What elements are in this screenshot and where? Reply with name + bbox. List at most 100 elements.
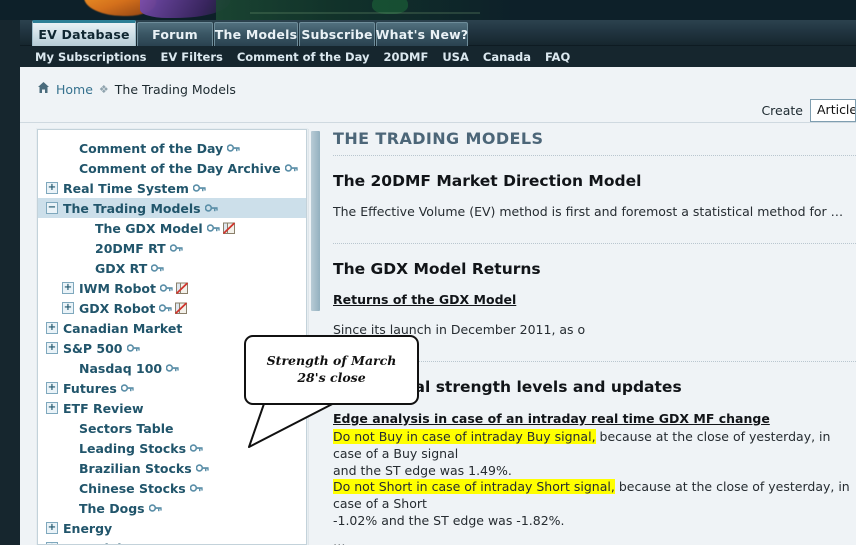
highlight-do-not-buy: Do not Buy in case of intraday Buy signa… bbox=[333, 428, 596, 444]
expand-icon[interactable]: + bbox=[46, 182, 58, 194]
primary-tab-bar: EV Database Forum The Models Subscribe What'… bbox=[20, 20, 856, 46]
sidebar-item-comment-of-the-day[interactable]: Comment of the Day bbox=[38, 138, 306, 158]
expand-icon[interactable]: + bbox=[46, 342, 58, 354]
breadcrumb-current: The Trading Models bbox=[114, 81, 236, 97]
sidebar-item-label: Brazilian Stocks bbox=[79, 460, 192, 476]
content-ellipsis: … bbox=[333, 534, 346, 545]
subnav-item-20dmf[interactable]: 20DMF bbox=[383, 50, 428, 64]
title-divider bbox=[333, 155, 856, 156]
sidebar-item-label: Sectors Table bbox=[79, 420, 174, 436]
expand-icon[interactable]: + bbox=[62, 282, 74, 294]
subnav-item-comment-of-the-day[interactable]: Comment of the Day bbox=[237, 50, 370, 64]
sidebar-item-leading-stocks[interactable]: Leading Stocks bbox=[38, 438, 306, 458]
tab-what-s-new[interactable]: What's New? bbox=[376, 22, 468, 46]
subheading-edge-analysis: Edge analysis in case of an intraday rea… bbox=[333, 410, 770, 426]
key-icon bbox=[169, 243, 185, 253]
sidebar-item-label: The Dogs bbox=[79, 500, 145, 516]
key-icon bbox=[159, 303, 174, 313]
sidebar-item-label: Comment of the Day bbox=[79, 140, 224, 156]
key-icon bbox=[166, 363, 181, 373]
line2: and the ST edge was 1.49%. bbox=[333, 462, 512, 478]
no-note-icon bbox=[222, 221, 236, 235]
create-type-select[interactable]: Article bbox=[810, 99, 856, 122]
sidebar-item-brazilian-stocks[interactable]: Brazilian Stocks bbox=[38, 458, 306, 478]
sidebar-item-20dmf-rt[interactable]: 20DMF RT bbox=[38, 238, 306, 258]
key-icon bbox=[148, 503, 164, 513]
tab-subscribe[interactable]: Subscribe bbox=[299, 22, 375, 46]
key-icon bbox=[192, 183, 208, 193]
subnav-item-ev-filters[interactable]: EV Filters bbox=[161, 50, 223, 64]
key-icon bbox=[195, 463, 211, 473]
breadcrumb-home-link[interactable]: Home bbox=[56, 82, 93, 97]
expand-icon[interactable]: + bbox=[46, 382, 58, 394]
subnav-item-usa[interactable]: USA bbox=[442, 50, 469, 64]
sidebar-item-label: Leading Stocks bbox=[79, 440, 187, 456]
sidebar-item-gdx-rt[interactable]: GDX RT bbox=[38, 258, 306, 278]
subnav-item-faq[interactable]: FAQ bbox=[545, 50, 570, 64]
sidebar-item-label: The Trading Models bbox=[63, 200, 201, 216]
sidebar-item-label: Nasdaq 100 bbox=[79, 360, 163, 376]
sidebar-item-label: The GDX Model bbox=[95, 220, 203, 236]
key-icon bbox=[204, 203, 220, 213]
sidebar-scrollbar-thumb[interactable] bbox=[311, 131, 320, 311]
section-heading-signal-strength: GDX Signal strength levels and updates bbox=[333, 377, 682, 396]
section-divider-1 bbox=[333, 242, 856, 244]
key-icon bbox=[189, 483, 205, 493]
tab-forum[interactable]: Forum bbox=[137, 22, 213, 46]
expand-icon[interactable]: + bbox=[46, 522, 58, 534]
banner-art-line bbox=[250, 12, 480, 14]
sidebar-item-label: IWM Robot bbox=[79, 280, 156, 296]
sidebar-item-canadian-market[interactable]: + Canadian Market bbox=[38, 318, 306, 338]
sidebar-item-materials[interactable]: +Materials bbox=[38, 538, 306, 545]
subnav-item-my-subscriptions[interactable]: My Subscriptions bbox=[35, 50, 147, 64]
sidebar-item-comment-of-the-day-archive[interactable]: Comment of the Day Archive bbox=[38, 158, 306, 178]
tab-ev-database[interactable]: EV Database bbox=[32, 20, 136, 46]
key-icon bbox=[284, 163, 300, 173]
sidebar-item-the-dogs[interactable]: The Dogs bbox=[38, 498, 306, 518]
sidebar-item-label: Comment of the Day Archive bbox=[79, 160, 281, 176]
site-banner bbox=[0, 0, 856, 20]
sidebar-item-the-trading-models[interactable]: − The Trading Models bbox=[38, 198, 306, 218]
sidebar-item-gdx-robot[interactable]: + GDX Robot bbox=[38, 298, 306, 318]
subnav-item-canada[interactable]: Canada bbox=[483, 50, 531, 64]
sidebar-item-label: Materials bbox=[63, 541, 129, 545]
sidebar-item-energy[interactable]: + Energy bbox=[38, 518, 306, 538]
sidebar-item-label: S&P 500 bbox=[63, 340, 123, 356]
sidebar-item-futures[interactable]: + Futures bbox=[38, 378, 306, 398]
link-returns-of-gdx-model[interactable]: Returns of the GDX Model bbox=[333, 292, 516, 307]
expand-icon[interactable]: + bbox=[46, 322, 58, 334]
sidebar-scrollbar[interactable] bbox=[308, 129, 322, 545]
collapse-icon[interactable]: − bbox=[46, 202, 58, 214]
create-label: Create bbox=[761, 103, 803, 118]
key-icon bbox=[190, 443, 205, 453]
key-icon bbox=[227, 143, 242, 153]
sidebar-item-the-gdx-model[interactable]: The GDX Model bbox=[38, 218, 306, 238]
breadcrumb-separator-icon: ❖ bbox=[98, 82, 109, 96]
sidebar-item-sectors-table[interactable]: Sectors Table bbox=[38, 418, 306, 438]
sidebar-item-etf-review[interactable]: + ETF Review bbox=[38, 398, 306, 418]
main-content: THE TRADING MODELS The 20DMF Market Dire… bbox=[326, 129, 856, 545]
sidebar-item-real-time-system[interactable]: + Real Time System bbox=[38, 178, 306, 198]
sidebar-item-chinese-stocks[interactable]: Chinese Stocks bbox=[38, 478, 306, 498]
sidebar-tree-panel: Comment of the Day Comment of the Day Arc… bbox=[37, 129, 307, 545]
expand-icon[interactable]: + bbox=[46, 402, 58, 414]
home-icon[interactable] bbox=[37, 81, 50, 97]
sidebar-item-label: Futures bbox=[63, 380, 117, 396]
sidebar-item-s-p-500[interactable]: + S&P 500 bbox=[38, 338, 306, 358]
tab-the-models[interactable]: The Models bbox=[214, 22, 298, 46]
section-para-20dmf: The Effective Volume (EV) method is firs… bbox=[333, 204, 844, 219]
sidebar-item-iwm-robot[interactable]: + IWM Robot bbox=[38, 278, 306, 298]
section-para-gdx-returns: Since its launch in December 2011, as o bbox=[333, 321, 586, 337]
key-icon bbox=[159, 283, 175, 293]
no-note-icon bbox=[175, 281, 189, 295]
sidebar-item-nasdaq-100[interactable]: Nasdaq 100 bbox=[38, 358, 306, 378]
key-icon bbox=[206, 223, 222, 233]
expand-icon[interactable]: + bbox=[62, 302, 74, 314]
